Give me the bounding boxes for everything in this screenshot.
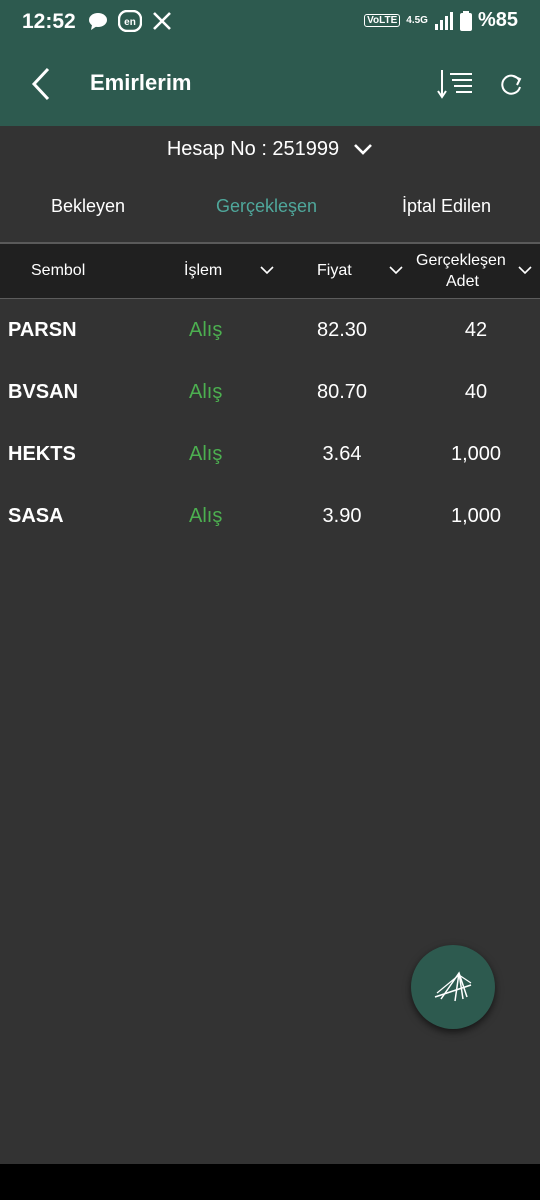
order-status-tabs: Bekleyen Gerçekleşen İptal Edilen bbox=[0, 178, 540, 234]
fab-button[interactable] bbox=[411, 945, 495, 1029]
status-bar: 12:52 en VoLTE 4.5G %85 bbox=[0, 0, 540, 42]
refresh-icon[interactable] bbox=[498, 72, 524, 98]
chevron-down-icon[interactable] bbox=[518, 265, 532, 275]
page-title: Emirlerim bbox=[90, 70, 192, 95]
row-symbol: BVSAN bbox=[8, 381, 79, 403]
row-symbol: SASA bbox=[8, 505, 64, 527]
row-price: 3.64 bbox=[322, 443, 362, 465]
sort-filter-icon[interactable] bbox=[436, 66, 476, 102]
battery-percentage: %85 bbox=[477, 9, 518, 31]
tab-bekleyen[interactable]: Bekleyen bbox=[51, 196, 125, 217]
row-symbol: HEKTS bbox=[8, 443, 76, 465]
table-row[interactable]: BVSAN Alış 80.70 40 bbox=[0, 361, 540, 423]
header-price[interactable]: Fiyat bbox=[317, 262, 352, 280]
row-qty: 40 bbox=[464, 381, 488, 403]
account-number: Hesap No : 251999 bbox=[166, 137, 340, 160]
volte-badge: VoLTE bbox=[364, 14, 401, 27]
back-arrow-icon[interactable] bbox=[24, 66, 60, 102]
tab-iptal-edilen[interactable]: İptal Edilen bbox=[402, 196, 491, 217]
row-qty: 1,000 bbox=[450, 505, 502, 527]
row-symbol: PARSN bbox=[8, 319, 77, 341]
signal-icon bbox=[434, 11, 453, 30]
tab-gerceklesen[interactable]: Gerçekleşen bbox=[216, 196, 317, 217]
row-side: Alış bbox=[189, 443, 223, 465]
header-symbol[interactable]: Sembol bbox=[31, 262, 85, 280]
chat-icon bbox=[89, 13, 107, 30]
table-row[interactable]: PARSN Alış 82.30 42 bbox=[0, 299, 540, 361]
status-notification-icons: en bbox=[88, 10, 172, 32]
chevron-down-icon[interactable] bbox=[389, 265, 403, 275]
en-keyboard-icon: en bbox=[118, 10, 142, 32]
row-side: Alış bbox=[189, 505, 223, 527]
x-logo-icon bbox=[153, 12, 171, 30]
account-selector[interactable]: Hesap No : 251999 bbox=[0, 126, 540, 172]
chevron-down-icon bbox=[354, 144, 373, 155]
table-row[interactable]: SASA Alış 3.90 1,000 bbox=[0, 485, 540, 547]
header-qty-line2[interactable]: Adet bbox=[446, 273, 479, 291]
row-side: Alış bbox=[189, 319, 223, 341]
status-time: 12:52 bbox=[22, 10, 76, 33]
row-price: 80.70 bbox=[316, 381, 368, 403]
table-row[interactable]: HEKTS Alış 3.64 1,000 bbox=[0, 423, 540, 485]
row-price: 82.30 bbox=[316, 319, 368, 341]
svg-text:en: en bbox=[124, 17, 136, 28]
table-header: Sembol İşlem Fiyat Gerçekleşen Adet bbox=[0, 244, 540, 299]
row-qty: 1,000 bbox=[450, 443, 502, 465]
battery-icon bbox=[459, 10, 472, 31]
row-price: 3.90 bbox=[322, 505, 362, 527]
bridge-icon bbox=[434, 971, 472, 1002]
system-nav-bar bbox=[0, 1164, 540, 1200]
header-side[interactable]: İşlem bbox=[184, 262, 222, 280]
row-side: Alış bbox=[189, 381, 223, 403]
status-right-icons: VoLTE 4.5G %85 bbox=[364, 9, 518, 32]
network-type: 4.5G bbox=[406, 15, 428, 26]
app-bar: Emirlerim bbox=[0, 42, 540, 126]
chevron-down-icon[interactable] bbox=[260, 265, 274, 275]
header-qty-line1[interactable]: Gerçekleşen bbox=[416, 252, 506, 270]
row-qty: 42 bbox=[464, 319, 488, 341]
